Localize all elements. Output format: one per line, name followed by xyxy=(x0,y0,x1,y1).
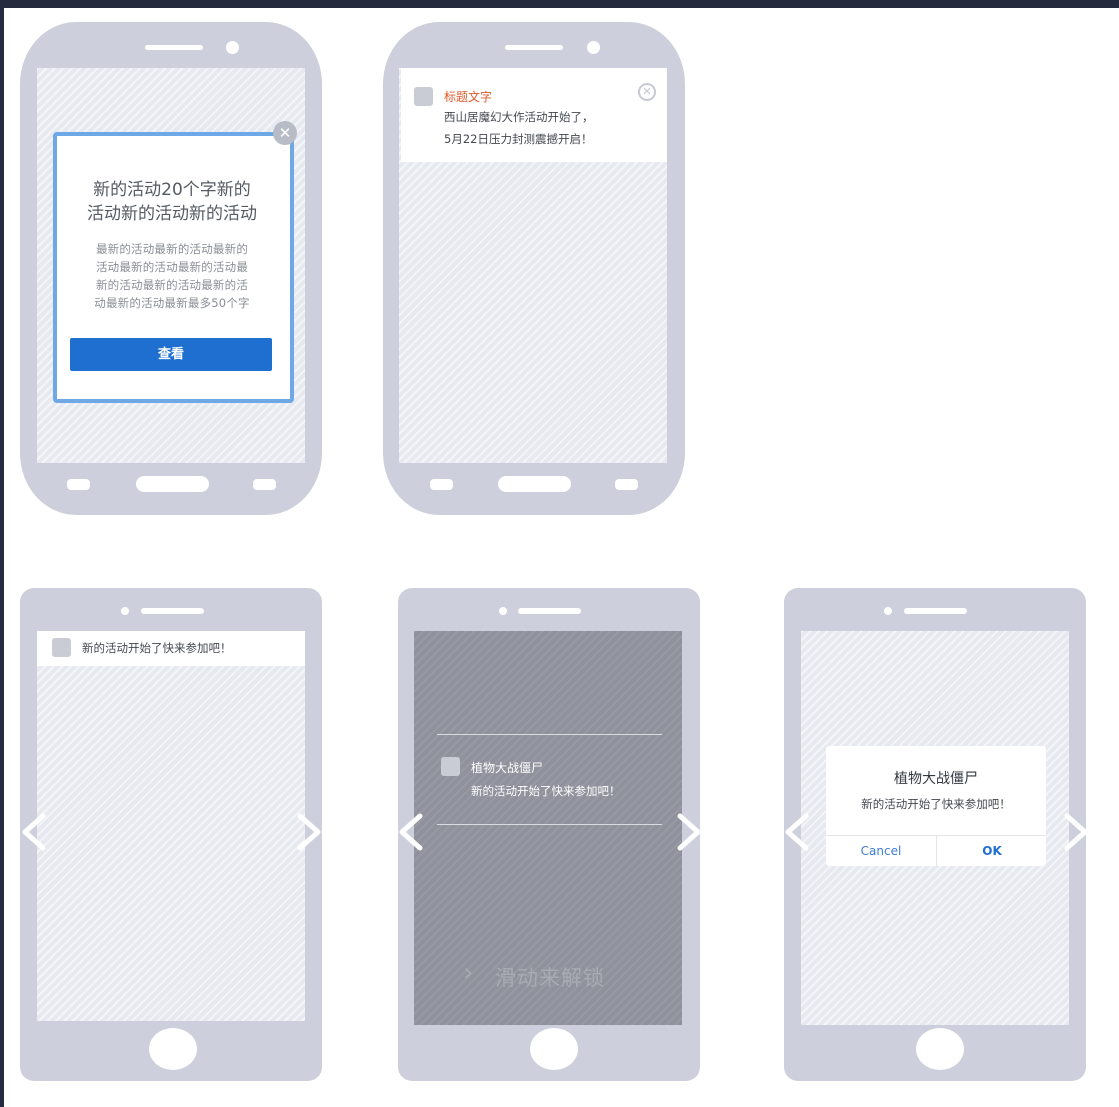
camera xyxy=(587,41,600,54)
close-icon[interactable]: ✕ xyxy=(638,83,656,101)
popup-body: 最新的活动最新的活动最新的 活动最新的活动最新的活动最 新的活动最新的活动最新的… xyxy=(72,240,272,312)
ok-button[interactable]: OK xyxy=(937,836,1047,866)
close-icon[interactable]: ✕ xyxy=(273,121,297,145)
popup-body-line: 活动最新的活动最新的活动最 xyxy=(95,260,249,274)
app-icon xyxy=(414,87,433,106)
home-softkey[interactable] xyxy=(498,476,571,492)
speaker xyxy=(145,45,203,50)
chevron-left-icon[interactable] xyxy=(778,812,818,852)
dialog-title: 植物大战僵尸 xyxy=(894,771,978,787)
camera xyxy=(499,607,507,615)
popup-body-line: 最新的活动最新的活动最新的 xyxy=(95,242,249,256)
notification-message: 新的活动开始了快来参加吧！ xyxy=(471,784,621,798)
home-button[interactable] xyxy=(916,1028,964,1070)
speaker xyxy=(904,608,967,614)
popup-title-line: 新的活动20个字新的 xyxy=(93,180,251,200)
notification-title: 标题文字 xyxy=(444,90,493,104)
popup-body-line: 动最新的活动最新最多50个字 xyxy=(94,296,250,310)
back-softkey[interactable] xyxy=(67,479,90,490)
divider xyxy=(437,734,662,735)
home-button[interactable] xyxy=(530,1028,578,1070)
left-border xyxy=(0,0,4,1107)
home-softkey[interactable] xyxy=(136,476,209,492)
divider xyxy=(437,824,662,825)
banner-text: 新的活动开始了快来参加吧！ xyxy=(82,641,232,655)
camera xyxy=(121,607,129,615)
popup-body-line: 新的活动最新的活动最新的活 xyxy=(95,278,249,292)
app-icon xyxy=(52,638,71,657)
home-button[interactable] xyxy=(149,1028,197,1070)
top-border xyxy=(0,0,1119,8)
chevron-right-icon[interactable] xyxy=(288,812,328,852)
menu-softkey[interactable] xyxy=(615,479,638,490)
chevron-right-icon: › xyxy=(463,958,474,988)
camera xyxy=(226,41,239,54)
chevron-left-icon[interactable] xyxy=(15,812,55,852)
menu-softkey[interactable] xyxy=(253,479,276,490)
dialog-message: 新的活动开始了快来参加吧！ xyxy=(861,797,1011,811)
slide-to-unlock[interactable]: 滑动来解锁 xyxy=(495,962,605,992)
cancel-button[interactable]: Cancel xyxy=(826,836,936,866)
notification-line: 5月22日压力封测震撼开启！ xyxy=(444,132,593,146)
speaker xyxy=(518,608,581,614)
chevron-left-icon[interactable] xyxy=(392,812,432,852)
speaker xyxy=(505,45,563,50)
camera xyxy=(884,607,892,615)
view-button[interactable]: 查看 xyxy=(70,338,272,371)
screen xyxy=(37,631,305,1021)
popup-title-line: 活动新的活动新的活动 xyxy=(87,204,257,224)
notification-line: 西山居魔幻大作活动开始了， xyxy=(444,110,594,124)
chevron-right-icon[interactable] xyxy=(1055,812,1095,852)
speaker xyxy=(141,608,204,614)
chevron-right-icon[interactable] xyxy=(668,812,708,852)
app-icon xyxy=(441,757,460,776)
back-softkey[interactable] xyxy=(430,479,453,490)
popup-title: 新的活动20个字新的 活动新的活动新的活动 xyxy=(66,178,278,226)
notification-title: 植物大战僵尸 xyxy=(471,761,544,775)
